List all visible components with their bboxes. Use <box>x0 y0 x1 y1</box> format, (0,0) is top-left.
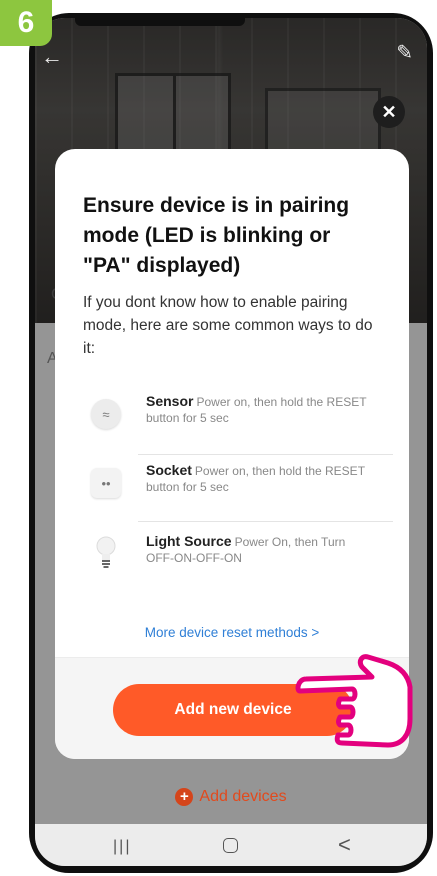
nav-back-icon[interactable]: < <box>338 832 351 858</box>
method-light-source: Light Source Power On, then Turn OFF-ON-O… <box>83 527 387 591</box>
camera-notch <box>75 18 245 26</box>
light-bulb-icon <box>96 536 116 568</box>
socket-icon: •• <box>91 468 121 498</box>
sensor-icon: ≈ <box>91 399 121 429</box>
close-icon: ✕ <box>381 101 397 122</box>
method-name: Sensor <box>146 393 194 409</box>
divider <box>138 454 393 455</box>
divider <box>138 521 393 522</box>
pointing-hand-icon <box>295 654 413 748</box>
back-arrow-icon[interactable]: ← <box>41 44 63 70</box>
close-button[interactable]: ✕ <box>373 96 405 128</box>
step-number-badge: 6 <box>0 0 52 46</box>
more-reset-methods-link[interactable]: More device reset methods > <box>55 625 409 640</box>
plus-icon: + <box>175 788 194 806</box>
recent-apps-icon[interactable]: ||| <box>113 838 131 856</box>
method-name: Socket <box>146 462 192 478</box>
dialog-title: Ensure device is in pairing mode (LED is… <box>83 194 350 277</box>
pencil-icon[interactable]: ✎ <box>396 40 413 65</box>
method-sensor: ≈ Sensor Power on, then hold the RESET bu… <box>83 387 387 451</box>
add-devices-button[interactable]: + Add devices <box>35 788 427 806</box>
android-navigation-bar: ||| < <box>35 824 427 866</box>
method-socket: •• Socket Power on, then hold the RESET b… <box>83 456 387 520</box>
home-icon[interactable] <box>223 838 238 853</box>
method-name: Light Source <box>146 533 232 549</box>
dialog-description: If you dont know how to enable pairing m… <box>83 294 373 357</box>
add-devices-label: Add devices <box>199 788 287 805</box>
